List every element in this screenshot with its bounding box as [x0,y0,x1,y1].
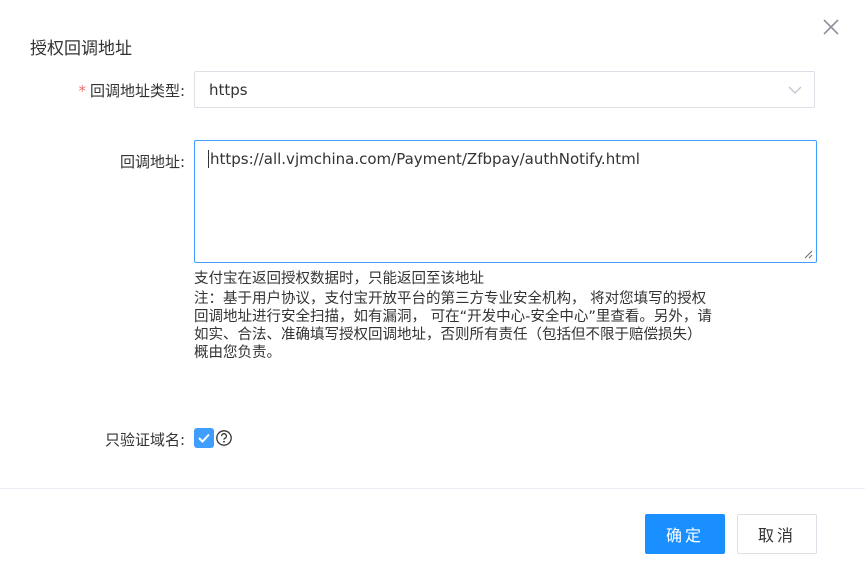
question-circle-icon[interactable] [215,429,233,447]
dialog-title: 授权回调地址 [30,39,132,59]
footer-divider [0,488,865,489]
callback-note-line: 回调地址进行安全扫描，如有漏洞， 可在“开发中心-安全中心”里查看。另外，请 [194,309,712,325]
chevron-down-icon [788,86,802,94]
domain-only-label: 只验证域名: [104,431,185,449]
callback-address-label: 回调地址: [119,153,185,171]
callback-type-value: https [209,81,248,99]
close-icon[interactable] [820,16,842,38]
callback-type-select[interactable]: https [194,71,815,108]
resize-handle-icon[interactable] [804,250,813,259]
required-mark: * [78,82,86,100]
callback-note-line: 注：基于用户协议，支付宝开放平台的第三方专业安全机构， 将对您填写的授权 [194,291,707,307]
callback-note: 注：基于用户协议，支付宝开放平台的第三方专业安全机构， 将对您填写的授权 回调地… [194,290,824,362]
check-icon [198,433,210,443]
callback-type-label: * 回调地址类型: [78,80,185,101]
callback-type-label-text: 回调地址类型: [89,82,185,100]
confirm-button[interactable]: 确定 [645,514,725,554]
callback-address-textarea[interactable]: https://all.vjmchina.com/Payment/Zfbpay/… [194,140,817,263]
callback-address-value: https://all.vjmchina.com/Payment/Zfbpay/… [208,150,640,168]
domain-only-checkbox[interactable] [194,428,214,448]
callback-note-line: 如实、合法、准确填写授权回调地址，否则所有责任（包括但不限于赔偿损失） [194,327,702,343]
callback-note-line: 概由您负责。 [194,345,281,361]
cancel-button[interactable]: 取消 [737,514,817,554]
callback-hint: 支付宝在返回授权数据时，只能返回至该地址 [194,271,484,287]
authorization-callback-dialog: 授权回调地址 * 回调地址类型: https 回调地址: https://all.… [0,0,865,578]
